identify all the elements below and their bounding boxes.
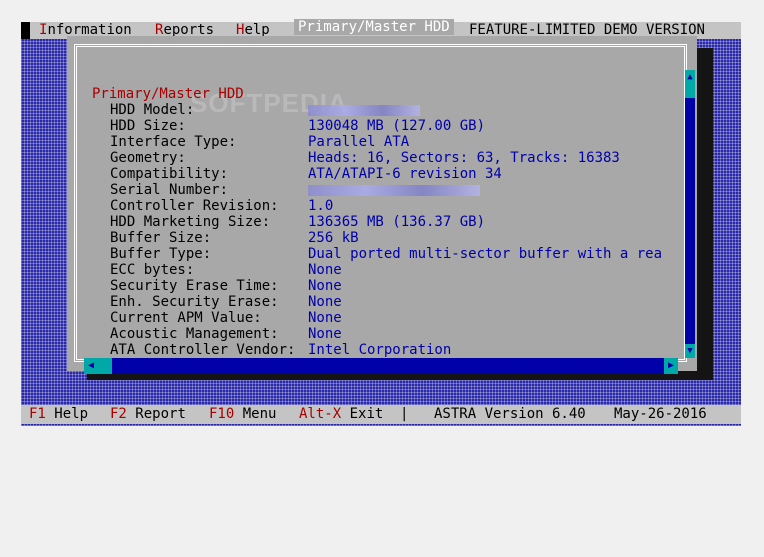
vertical-scroll-thumb[interactable] — [685, 84, 695, 98]
info-value: 136365 MB (136.37 GB) — [308, 214, 486, 230]
arrow-down-icon[interactable]: ▼ — [685, 344, 695, 358]
info-value: 1.0 — [308, 198, 334, 214]
f2-label: Report — [135, 406, 186, 422]
info-value: None — [308, 326, 342, 342]
info-value: Dual ported multi-sector buffer with a r… — [308, 246, 663, 262]
alt-x-label: Exit — [349, 406, 384, 422]
info-label: Geometry: — [110, 150, 186, 166]
redacted-serial-number — [308, 184, 480, 196]
vertical-scrollbar[interactable]: ▲ ▼ — [685, 70, 695, 358]
info-value: Heads: 16, Sectors: 63, Tracks: 16383 — [308, 150, 620, 166]
f2-key: F2 — [110, 406, 127, 422]
info-label: HDD Model: — [110, 102, 195, 118]
info-label: Serial Number: — [110, 182, 229, 198]
info-value: None — [308, 262, 342, 278]
f10-menu-shortcut[interactable]: F10 Menu — [209, 405, 276, 424]
horizontal-scroll-thumb[interactable] — [98, 358, 112, 374]
f1-key: F1 — [29, 406, 46, 422]
info-label: Buffer Type: — [110, 246, 212, 262]
horizontal-scrollbar[interactable]: ◀ ▶ — [84, 358, 678, 374]
f1-help-shortcut[interactable]: F1 Help — [29, 405, 88, 424]
info-label: ATA Controller Vendor: — [110, 342, 296, 358]
info-value: 130048 MB (127.00 GB) — [308, 118, 486, 134]
info-value: None — [308, 310, 342, 326]
alt-x-key: Alt-X — [299, 406, 342, 422]
f10-key: F10 — [209, 406, 235, 422]
arrow-up-icon[interactable]: ▲ — [685, 70, 695, 84]
redacted-hdd-model — [308, 104, 420, 116]
info-label: Current APM Value: — [110, 310, 262, 326]
version-info: ASTRA Version 6.40 — [434, 406, 586, 422]
info-label: HDD Size: — [110, 118, 186, 134]
info-label: Acoustic Management: — [110, 326, 279, 342]
info-label: Enh. Security Erase: — [110, 294, 279, 310]
menu-bar-lead — [21, 22, 30, 39]
info-value: None — [308, 294, 342, 310]
info-label: Security Erase Time: — [110, 278, 279, 294]
info-label: Controller Revision: — [110, 198, 279, 214]
info-value: 256 kB — [308, 230, 359, 246]
info-value-redacted — [308, 102, 685, 118]
info-label: Compatibility: — [110, 166, 229, 182]
info-label: HDD Marketing Size: — [110, 214, 271, 230]
info-label: Buffer Size: — [110, 230, 212, 246]
section-heading: Primary/Master HDD — [92, 86, 244, 102]
f2-report-shortcut[interactable]: F2 Report — [110, 405, 186, 424]
f1-label: Help — [54, 406, 89, 422]
info-label: Interface Type: — [110, 134, 237, 150]
info-value: Parallel ATA — [308, 134, 410, 150]
info-value: ATA/ATAPI-6 revision 34 — [308, 166, 502, 182]
info-value: Intel Corporation — [308, 342, 452, 358]
info-value-redacted — [308, 182, 685, 198]
alt-x-exit-shortcut[interactable]: Alt-X Exit — [299, 405, 383, 424]
arrow-right-icon[interactable]: ▶ — [664, 358, 678, 374]
build-date: May-26-2016 — [614, 406, 707, 422]
arrow-left-icon[interactable]: ◀ — [84, 358, 98, 374]
status-separator: | — [400, 406, 409, 422]
info-value: None — [308, 278, 342, 294]
status-bar: F1 Help F2 Report F10 Menu Alt-X Exit | … — [21, 405, 741, 424]
window-title: Primary/Master HDD — [294, 19, 454, 35]
f10-label: Menu — [242, 406, 277, 422]
info-label: ECC bytes: — [110, 262, 195, 278]
